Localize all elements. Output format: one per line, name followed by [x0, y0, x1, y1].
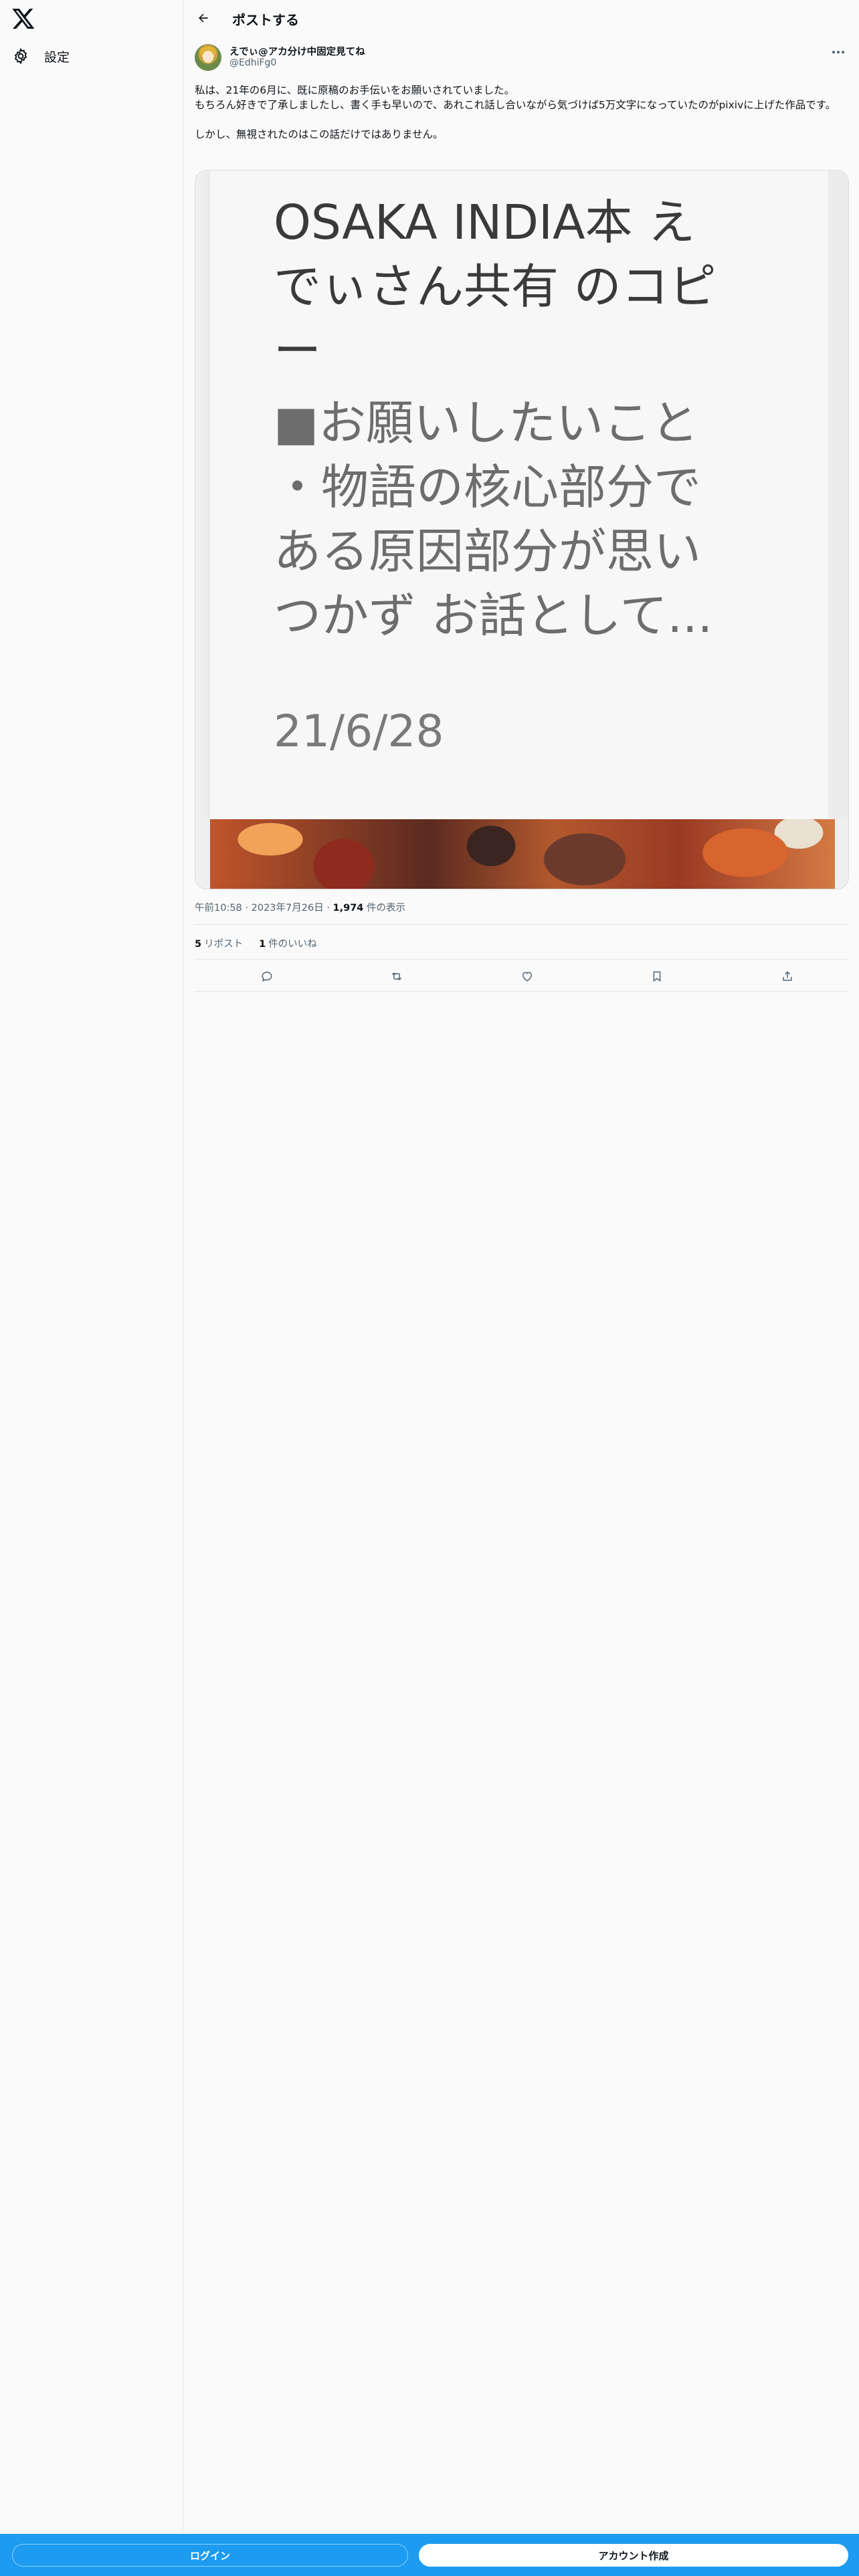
divider — [195, 991, 848, 992]
views-count: 1,974 — [332, 903, 364, 914]
repost-icon — [391, 972, 402, 981]
post-text-line: しかし、無視されたのはこの話だけではありません。 — [195, 128, 444, 140]
post-text-line: 私は、21年の6月に、既に原稿のお手伝いをお願いされていました。 — [195, 84, 515, 96]
gear-icon — [12, 47, 29, 65]
post-meta: 午前10:58 · 2023年7月26日 · 1,974 件の表示 — [195, 903, 406, 914]
bookmark-icon — [653, 971, 661, 982]
like-button[interactable] — [519, 968, 535, 984]
sidebar: 設定 — [0, 0, 183, 2576]
likes-stat[interactable]: 1 件のいいね — [259, 936, 317, 950]
divider — [195, 959, 848, 960]
top-bar: ポストする — [184, 0, 859, 36]
login-prompt-bar: ログイン アカウント作成 — [0, 2534, 859, 2576]
more-options-button[interactable] — [828, 45, 848, 59]
reply-button[interactable] — [259, 968, 275, 984]
media-date: 21/6/28 — [274, 706, 444, 757]
media-body: ■お願いしたいこと ・物語の核心部分で ある原因部分が思い つかず お話として.… — [274, 395, 713, 643]
post-media-image[interactable]: OSAKA INDIA本 え でぃさん共有 のコピ ー ■お願いしたいこと ・物… — [195, 170, 849, 889]
arrow-left-icon — [199, 13, 208, 23]
divider — [195, 924, 848, 925]
post-actions — [195, 966, 848, 987]
repost-button[interactable] — [389, 968, 405, 984]
media-artwork-strip — [210, 819, 835, 889]
post-time[interactable]: 午前10:58 — [195, 903, 242, 914]
back-button[interactable] — [193, 8, 213, 28]
bookmark-button[interactable] — [649, 968, 665, 984]
signup-button[interactable]: アカウント作成 — [419, 2544, 848, 2567]
x-logo-icon[interactable] — [11, 7, 35, 31]
reposts-stat[interactable]: 5 リポスト — [195, 936, 243, 950]
author-handle[interactable]: @EdhiFg0 — [229, 58, 276, 68]
views-label: 件の表示 — [367, 903, 406, 914]
reply-icon — [262, 971, 272, 982]
main-column: ポストする えでぃ@アカ分け中固定見てね @EdhiFg0 私は、21年の6月に… — [184, 0, 859, 2576]
post-stats: 5 リポスト 1 件のいいね — [195, 936, 317, 950]
media-title: OSAKA INDIA本 え でぃさん共有 のコピ ー — [274, 195, 717, 379]
avatar[interactable] — [195, 44, 221, 71]
author-display-name[interactable]: えでぃ@アカ分け中固定見てね — [229, 44, 365, 58]
login-button[interactable]: ログイン — [12, 2544, 408, 2567]
like-icon — [522, 972, 533, 982]
page-title: ポストする — [232, 12, 299, 28]
post-date[interactable]: 2023年7月26日 — [252, 903, 324, 914]
post-text: 私は、21年の6月に、既に原稿のお手伝いをお願いされていました。 もちろん好きで… — [195, 83, 850, 142]
sidebar-item-settings[interactable]: 設定 — [12, 44, 70, 68]
share-button[interactable] — [779, 968, 795, 984]
post-author: えでぃ@アカ分け中固定見てね @EdhiFg0 — [195, 44, 848, 71]
post-text-line: もちろん好きで了承しましたし、書く手も早いので、あれこれ話し合いながら気づけば5… — [195, 99, 836, 111]
share-icon — [783, 971, 792, 981]
media-document-screenshot: OSAKA INDIA本 え でぃさん共有 のコピ ー ■お願いしたいこと ・物… — [210, 171, 831, 819]
sidebar-item-label: 設定 — [44, 49, 70, 65]
